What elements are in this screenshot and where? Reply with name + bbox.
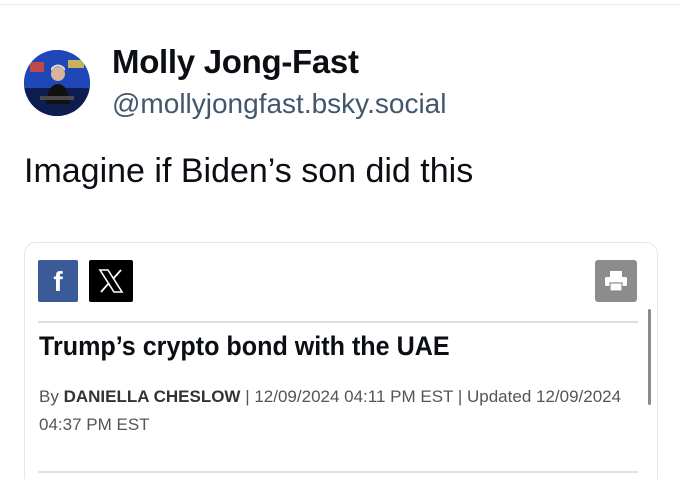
facebook-icon: f xyxy=(53,266,63,297)
divider xyxy=(38,321,638,323)
author-name[interactable]: Molly Jong-Fast xyxy=(112,43,359,81)
author-handle[interactable]: @mollyjongfast.bsky.social xyxy=(112,88,446,120)
post-text: Imagine if Biden’s son did this xyxy=(24,152,474,190)
divider xyxy=(38,471,638,473)
article-headline[interactable]: Trump’s crypto bond with the UAE xyxy=(39,331,450,362)
divider xyxy=(0,4,680,5)
byline-prefix: By xyxy=(39,387,64,406)
scrollbar[interactable] xyxy=(648,309,651,405)
x-share-button[interactable] xyxy=(89,260,133,302)
x-logo-icon xyxy=(98,269,124,293)
link-embed-card[interactable]: f Trump’s crypto bond with the UAE By DA… xyxy=(24,242,658,479)
avatar[interactable] xyxy=(24,50,90,116)
post-view: Molly Jong-Fast @mollyjongfast.bsky.soci… xyxy=(0,0,680,479)
article-byline: By DANIELLA CHESLOW | 12/09/2024 04:11 P… xyxy=(39,383,639,439)
facebook-share-button[interactable]: f xyxy=(38,260,78,302)
print-button[interactable] xyxy=(595,260,637,302)
print-icon xyxy=(605,271,627,292)
byline-author: DANIELLA CHESLOW xyxy=(63,387,241,406)
